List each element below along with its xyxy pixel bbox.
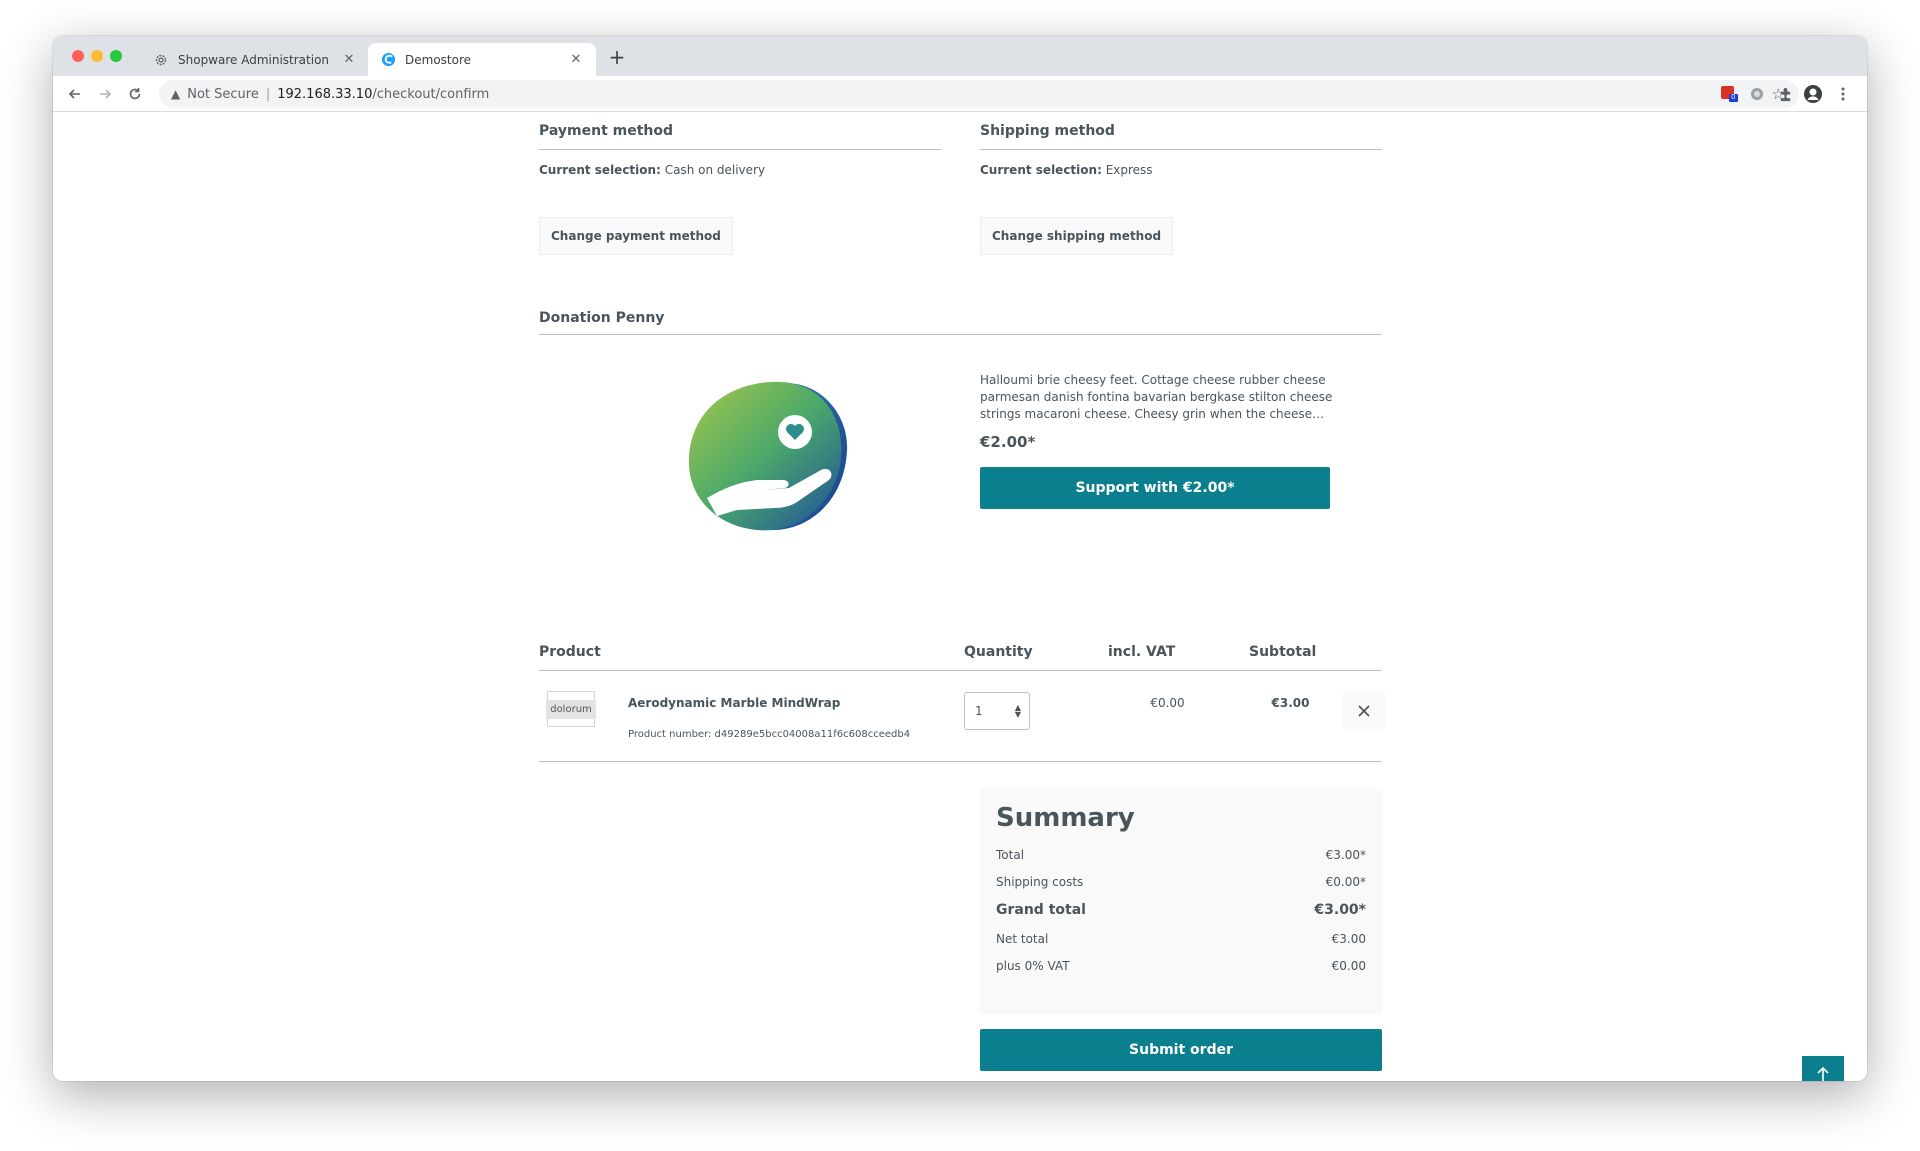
minimize-window-button[interactable] <box>91 50 103 62</box>
quantity-select[interactable]: 1 ▲ ▼ <box>964 692 1030 730</box>
donation-price: €2.00* <box>980 433 1036 451</box>
checkout-confirm-page: Payment method Current selection: Cash o… <box>53 113 1867 1081</box>
support-donation-button[interactable]: Support with €2.00* <box>980 467 1330 509</box>
checkout-content: Payment method Current selection: Cash o… <box>539 113 1385 1081</box>
summary-row-net-total: Net total €3.00 <box>996 931 1366 946</box>
close-window-button[interactable] <box>72 50 84 62</box>
security-label: Not Secure <box>187 86 259 102</box>
new-tab-button[interactable]: + <box>605 45 629 69</box>
payment-current-selection: Current selection: Cash on delivery <box>539 163 766 177</box>
back-button[interactable] <box>64 83 86 105</box>
shopware-logo-icon <box>380 52 396 68</box>
reload-button[interactable] <box>124 83 146 105</box>
tab-title: Shopware Administration <box>178 52 330 67</box>
arrow-left-icon <box>68 89 80 99</box>
product-name-link[interactable]: Aerodynamic Marble MindWrap <box>628 696 840 710</box>
warning-icon: ▲ <box>171 87 181 101</box>
summary-row-shipping: Shipping costs €0.00* <box>996 874 1366 889</box>
tab-shopware-administration[interactable]: Shopware Administration ✕ <box>141 43 369 76</box>
url-path: /checkout/confirm <box>372 86 490 102</box>
forward-button[interactable] <box>94 83 116 105</box>
profile-avatar-icon[interactable] <box>1803 84 1823 104</box>
browser-toolbar: ▲ Not Secure | 192.168.33.10 /checkout/c… <box>53 76 1867 112</box>
tab-bar: Shopware Administration ✕ Demostore ✕ + <box>53 36 1867 76</box>
header-product: Product <box>539 644 601 660</box>
select-arrows-icon: ▲ ▼ <box>1014 703 1021 719</box>
browser-menu-icon[interactable] <box>1833 84 1853 104</box>
gear-icon <box>153 52 169 68</box>
donation-section: Donation Penny Halloumi brie cheesy feet… <box>539 310 1382 531</box>
submit-order-button[interactable]: Submit order <box>980 1029 1382 1071</box>
order-summary: Summary Total €3.00* Shipping costs €0.0… <box>980 789 1382 1014</box>
header-subtotal: Subtotal <box>1249 644 1317 660</box>
scroll-to-top-button[interactable] <box>1802 1056 1844 1081</box>
quantity-value: 1 <box>975 704 983 718</box>
tab-demostore[interactable]: Demostore ✕ <box>368 43 596 76</box>
close-tab-icon[interactable]: ✕ <box>568 52 584 67</box>
product-thumbnail[interactable]: dolorum <box>546 691 596 727</box>
header-quantity: Quantity <box>964 644 1033 660</box>
cart-table-header: Product Quantity incl. VAT Subtotal <box>539 641 1382 671</box>
header-vat: incl. VAT <box>1108 644 1176 660</box>
donation-hand-heart-icon <box>679 370 859 540</box>
summary-row-vat: plus 0% VAT €0.00 <box>996 958 1366 973</box>
shipping-method-section: Shipping method Current selection: Expre… <box>980 123 1382 255</box>
item-vat: €0.00 <box>1150 696 1185 710</box>
extension-badge: 0 <box>1731 93 1736 101</box>
donation-title: Donation Penny <box>539 310 1382 335</box>
thumbnail-label: dolorum <box>546 699 596 719</box>
close-icon <box>1358 705 1370 717</box>
arrow-up-icon <box>1817 1066 1829 1081</box>
summary-title: Summary <box>996 803 1135 833</box>
extension-icon-red[interactable]: 0 <box>1719 84 1739 104</box>
shipping-current-selection: Current selection: Express <box>980 163 1153 177</box>
tab-title: Demostore <box>405 52 472 67</box>
close-tab-icon[interactable]: ✕ <box>341 52 357 67</box>
payment-method-title: Payment method <box>539 123 941 150</box>
arrow-right-icon <box>100 89 112 99</box>
donation-description: Halloumi brie cheesy feet. Cottage chees… <box>980 373 1333 421</box>
product-number: Product number: d49289e5bcc04008a11f6c60… <box>628 729 911 740</box>
payment-method-section: Payment method Current selection: Cash o… <box>539 123 941 255</box>
shipping-method-title: Shipping method <box>980 123 1382 150</box>
reload-icon <box>129 88 141 100</box>
change-payment-method-button[interactable]: Change payment method <box>539 217 733 255</box>
table-row: dolorum Aerodynamic Marble MindWrap Prod… <box>539 671 1385 762</box>
browser-window: Shopware Administration ✕ Demostore ✕ + … <box>53 36 1867 1081</box>
item-subtotal: €3.00 <box>1271 696 1310 710</box>
address-bar[interactable]: ▲ Not Secure | 192.168.33.10 /checkout/c… <box>159 80 1799 108</box>
extensions-puzzle-icon[interactable] <box>1775 84 1795 104</box>
extension-icon-globe[interactable] <box>1747 84 1767 104</box>
change-shipping-method-button[interactable]: Change shipping method <box>980 217 1174 255</box>
summary-row-total: Total €3.00* <box>996 847 1366 862</box>
summary-row-grand-total: Grand total €3.00* <box>996 902 1366 918</box>
remove-item-button[interactable] <box>1343 693 1385 729</box>
url-host: 192.168.33.10 <box>277 86 373 102</box>
maximize-window-button[interactable] <box>110 50 122 62</box>
